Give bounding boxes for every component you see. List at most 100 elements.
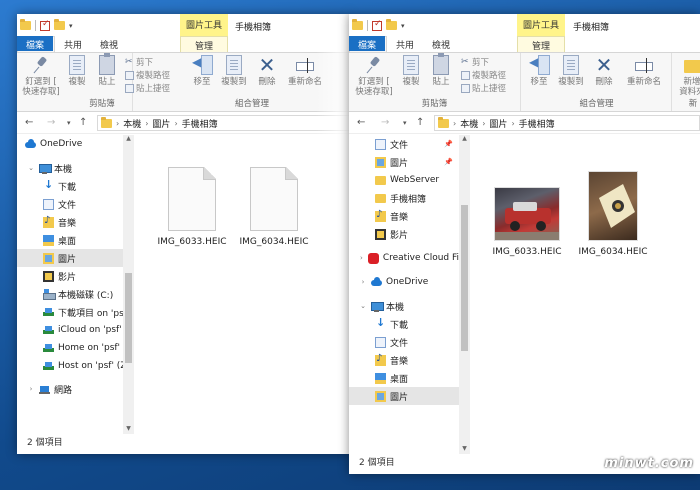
new-folder-button[interactable]: 新增 資料夾 [675,55,700,97]
tab-view[interactable]: 檢視 [91,36,127,52]
nav-item[interactable]: 下載項目 on 'psf [17,303,123,321]
scroll-thumb[interactable] [125,273,132,363]
nav-scrollbar[interactable]: ▲ ▼ [459,135,470,454]
nav-item[interactable]: 文件 📌 [349,135,459,153]
nav-item[interactable]: ⌄ 本機 [17,159,123,177]
window-title: 手機相簿 [235,23,272,33]
nav-item[interactable]: 本機磁碟 (C:) [17,285,123,303]
nav-item[interactable]: 影片 [17,267,123,285]
nav-item[interactable]: 文件 [349,333,459,351]
nav-item[interactable]: 圖片 📌 [349,153,459,171]
up-arrow-icon[interactable]: ↑ [79,117,87,128]
nav-item[interactable]: 影片 [349,225,459,243]
tab-manage[interactable]: 管理 [180,36,228,52]
breadcrumb-this-pc[interactable]: 本機 [460,117,478,130]
nav-item[interactable]: Host on 'psf' (Z: [17,357,123,375]
back-arrow-icon[interactable]: ← [25,117,33,128]
breadcrumb-this-pc[interactable]: 本機 [123,117,141,130]
recent-chevron-icon[interactable]: ▾ [67,119,71,127]
rename-button[interactable]: 重新命名 [620,55,668,87]
nav-item[interactable]: › OneDrive [349,273,459,291]
nav-item[interactable]: 下載 [349,315,459,333]
nav-item[interactable]: iCloud on 'psf' ( [17,321,123,339]
pin-quick-access-button[interactable]: 釘選到 [ 快速存取] [353,55,395,97]
nav-scrollbar[interactable]: ▲ ▼ [123,135,134,434]
nav-item[interactable]: 手機相簿 [349,189,459,207]
nav-item[interactable]: 下載 [17,177,123,195]
nav-item[interactable]: › Creative Cloud Fi [349,249,459,267]
copy-button[interactable]: 複製 [399,55,423,87]
delete-button[interactable]: ✕ 刪除 [592,55,616,87]
tab-manage[interactable]: 管理 [517,36,565,52]
nav-item[interactable]: 桌面 [349,369,459,387]
nav-item[interactable]: Home on 'psf' (' [17,339,123,357]
copy-to-button[interactable]: 複製到 [217,55,251,87]
scroll-down-arrow[interactable]: ▼ [459,445,470,452]
chevron-down-icon[interactable]: ⌄ [359,302,367,310]
properties-icon[interactable] [40,19,50,31]
address-bar[interactable]: › 本機 › 圖片 › 手機相簿 [434,115,700,131]
nav-item[interactable]: 桌面 [17,231,123,249]
rename-button[interactable]: 重新命名 [283,55,327,87]
copy-button[interactable]: 複製 [65,55,89,87]
nav-item[interactable]: 文件 [17,195,123,213]
back-arrow-icon[interactable]: ← [357,117,365,128]
nav-item[interactable]: 音樂 [349,351,459,369]
copy-path-button[interactable]: 複製路徑 [461,69,506,81]
customize-toolbar-icon[interactable]: ▾ [69,22,73,30]
cut-button[interactable]: ✂ 剪下 [461,56,489,68]
cut-button[interactable]: ✂ 剪下 [125,56,153,68]
new-folder-icon[interactable] [386,19,397,30]
breadcrumb-pictures[interactable]: 圖片 [152,117,170,130]
tab-file[interactable]: 檔案 [17,36,54,51]
nav-item-label: 桌面 [390,374,409,385]
chevron-down-icon[interactable]: ⌄ [27,164,35,172]
scroll-down-arrow[interactable]: ▼ [123,425,134,432]
scroll-thumb[interactable] [461,205,468,351]
copy-path-button[interactable]: 複製路徑 [125,69,170,81]
chevron-right-icon[interactable]: › [27,385,35,393]
customize-toolbar-icon[interactable]: ▾ [401,22,405,30]
nav-item[interactable]: 圖片 [17,249,123,267]
nav-item[interactable]: OneDrive [17,135,123,153]
up-arrow-icon[interactable]: ↑ [416,117,424,128]
properties-icon[interactable] [372,19,382,31]
tab-file[interactable]: 檔案 [349,36,386,51]
file-item[interactable]: IMG_6033.HEIC [489,187,565,257]
nav-item[interactable]: › 網路 [17,380,123,398]
breadcrumb-phone-album[interactable]: 手機相簿 [519,117,555,130]
file-item[interactable]: IMG_6034.HEIC [575,171,651,257]
breadcrumb-pictures[interactable]: 圖片 [489,117,507,130]
address-bar[interactable]: › 本機 › 圖片 › 手機相簿 [97,115,350,131]
forward-arrow-icon[interactable]: → [47,117,55,128]
chevron-right-icon[interactable]: › [359,278,367,286]
picture-tools-tab: 圖片工具 [517,14,565,36]
nav-item[interactable]: ⌄ 本機 [349,297,459,315]
paste-button[interactable]: 貼上 [95,53,119,87]
pin-quick-access-button[interactable]: 釘選到 [ 快速存取] [21,55,61,97]
scroll-up-arrow[interactable]: ▲ [123,135,134,142]
paste-button[interactable]: 貼上 [429,53,453,87]
tab-share[interactable]: 共用 [55,36,91,52]
tab-view[interactable]: 檢視 [423,36,459,52]
nav-item[interactable]: WebServer [349,171,459,189]
nav-item-label: 圖片 [390,158,409,169]
forward-arrow-icon[interactable]: → [381,117,389,128]
breadcrumb-phone-album[interactable]: 手機相簿 [182,117,218,130]
copy-to-button[interactable]: 複製到 [554,55,588,87]
nav-item[interactable]: 圖片 [349,387,459,405]
move-to-button[interactable]: 移至 [189,55,215,87]
scroll-up-arrow[interactable]: ▲ [459,135,470,142]
move-to-button[interactable]: 移至 [526,55,552,87]
file-item[interactable]: IMG_6034.HEIC [239,167,309,247]
delete-button[interactable]: ✕ 刪除 [255,55,279,87]
paste-shortcut-button[interactable]: 貼上捷徑 [125,82,170,94]
new-folder-icon[interactable] [54,19,65,30]
nav-item[interactable]: 音樂 [349,207,459,225]
recent-chevron-icon[interactable]: ▾ [403,119,407,127]
nav-item[interactable]: 音樂 [17,213,123,231]
paste-shortcut-button[interactable]: 貼上捷徑 [461,82,506,94]
tab-share[interactable]: 共用 [387,36,423,52]
file-item[interactable]: IMG_6033.HEIC [157,167,227,247]
chevron-right-icon[interactable]: › [359,254,364,262]
